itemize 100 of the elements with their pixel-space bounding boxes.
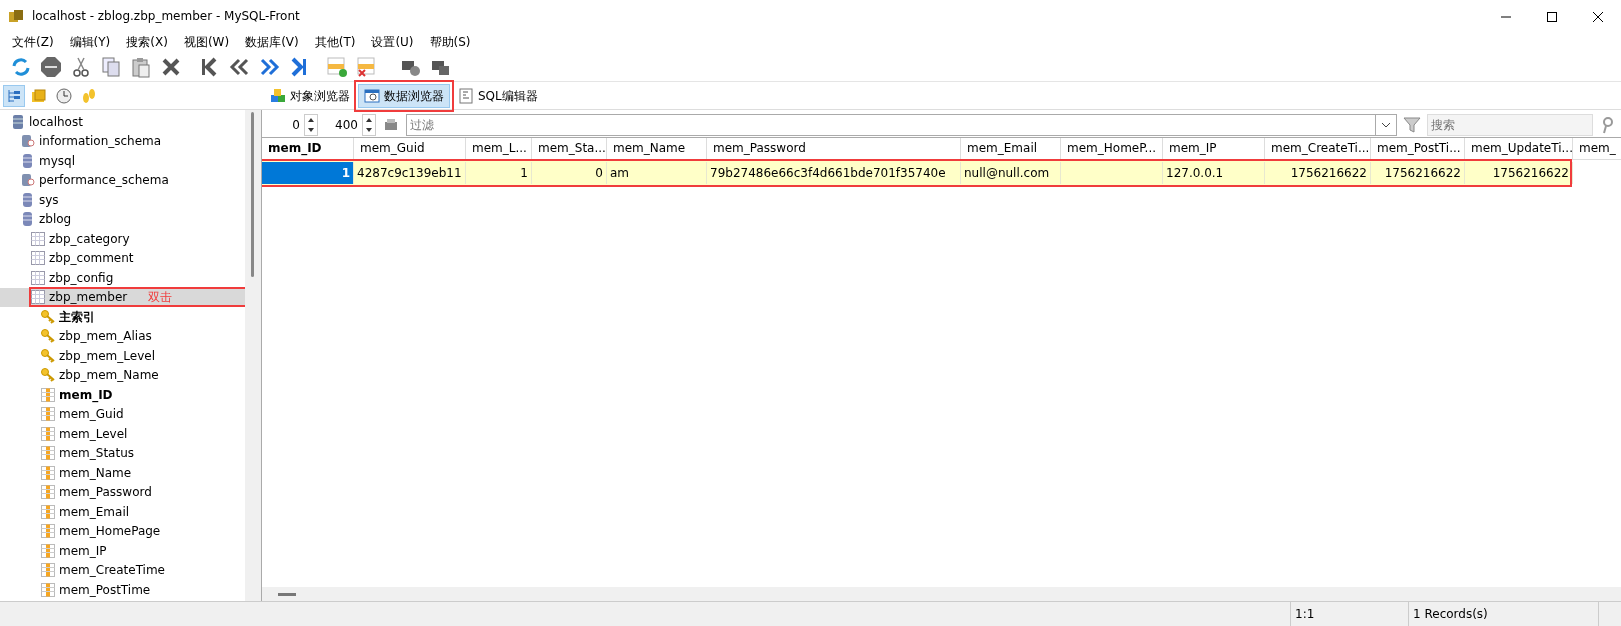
dropdown-button[interactable] (1376, 113, 1397, 136)
menu-item[interactable]: 编辑(Y) (61, 33, 119, 51)
search-field[interactable]: 搜索 (1427, 113, 1593, 136)
tree-item[interactable]: mem_IP (0, 541, 245, 561)
tree-icon (6, 87, 22, 104)
tree-item[interactable]: zblog (0, 209, 245, 229)
clock-icon (56, 87, 72, 104)
tree-item[interactable]: zbp_category (0, 229, 245, 249)
cubes-icon (270, 87, 286, 104)
column-icon (40, 445, 56, 462)
printer-icon (383, 116, 399, 133)
table-cell: am (607, 162, 707, 184)
spin-buttons[interactable] (362, 113, 376, 136)
key-icon (40, 308, 56, 325)
column-icon (40, 503, 56, 520)
table-cell: 79b27486e66c3f4d661bde701f35740e (707, 162, 961, 184)
table-icon (30, 230, 46, 247)
delete-row-icon (356, 55, 378, 78)
search-icon (1600, 115, 1616, 134)
tree-item[interactable]: 主索引 (0, 307, 245, 327)
menu-item[interactable]: 设置(U) (363, 33, 422, 51)
paste-icon (130, 55, 152, 78)
table-icon (30, 289, 46, 306)
view-mode-button[interactable] (3, 84, 25, 107)
tree-item[interactable]: mem_Level (0, 424, 245, 444)
annotation-note: 双击 (148, 289, 173, 307)
column-icon (40, 542, 56, 559)
window-title: localhost - zblog.zbp_member - MySQL-Front (32, 8, 300, 25)
server-icon (10, 113, 26, 130)
table-cell: 127.0.0.1 (1163, 162, 1265, 184)
database-search-icon (20, 172, 36, 189)
tree-item[interactable]: zbp_mem_Name (0, 365, 245, 385)
table-cell: 4287c9c139eb11 (354, 162, 466, 184)
tree-item[interactable]: mem_CreateTime (0, 560, 245, 580)
record-count: 1 Records(s) (1413, 606, 1488, 623)
scrollbar[interactable] (245, 110, 261, 601)
table-cell: 1756216622 (1465, 162, 1573, 184)
insert-row-icon (326, 55, 348, 78)
table-row[interactable]: 1 4287c9c139eb11 1 0 am 79b27486e66c3f4d661bde701f35740e null@null.com 127.0.0.1 1756216622 1756216622 1756216622 (262, 160, 1571, 186)
scrollbar-thumb-icon[interactable] (278, 592, 296, 596)
key-icon (40, 367, 56, 384)
menu-item[interactable]: 文件(Z) (4, 33, 62, 51)
tree-item[interactable]: performance_schema (0, 170, 245, 190)
tree-item[interactable]: zbp_mem_Alias (0, 326, 245, 346)
app-icon (8, 8, 24, 25)
maximize-icon[interactable] (1546, 10, 1558, 23)
tree-item[interactable]: sys (0, 190, 245, 210)
column-icon (40, 386, 56, 403)
menu-item[interactable]: 数据库(V) (237, 33, 307, 51)
tree-item[interactable]: localhost (0, 112, 245, 132)
table-icon (30, 250, 46, 267)
menu-item[interactable]: 视图(W) (175, 33, 238, 51)
tree-item[interactable]: mem_HomePage (0, 521, 245, 541)
tree-item[interactable]: mysql (0, 151, 245, 171)
tree-item[interactable]: zbp_config (0, 268, 245, 288)
funnel-icon (1403, 115, 1421, 134)
tree-item[interactable]: zbp_comment (0, 248, 245, 268)
table-icon (30, 269, 46, 286)
table-cell: 1 (262, 162, 354, 184)
column-icon (40, 581, 56, 598)
view-tab[interactable]: 对象浏览器 (264, 83, 356, 108)
database-search-icon (20, 133, 36, 150)
copy-icon (100, 55, 122, 78)
spin-buttons[interactable] (304, 113, 318, 136)
scissors-icon (70, 55, 92, 78)
tree-item[interactable]: mem_Status (0, 443, 245, 463)
column-icon (40, 484, 56, 501)
column-icon (40, 406, 56, 423)
table-cell: null@null.com (961, 162, 1061, 184)
refresh-icon (10, 55, 32, 78)
tree-item[interactable]: zbp_mem_Level (0, 346, 245, 366)
tree-item[interactable]: mem_Email (0, 502, 245, 522)
script-icon (458, 87, 474, 104)
cursor-position: 1:1 (1295, 606, 1315, 623)
menu-item[interactable]: 帮助(S) (421, 33, 479, 51)
tree-item[interactable]: mem_PostTime (0, 580, 245, 600)
table-cell: 1756216622 (1371, 162, 1465, 184)
column-icon (40, 562, 56, 579)
tree-item[interactable]: mem_Guid (0, 404, 245, 424)
tree-item[interactable]: zbp_member 双击 (0, 287, 245, 307)
close-icon[interactable] (1592, 10, 1604, 23)
stop-icon (40, 55, 62, 78)
column-icon (40, 523, 56, 540)
column-icon (40, 464, 56, 481)
tree-item[interactable]: mem_Password (0, 482, 245, 502)
filter-field[interactable]: 过滤 (406, 113, 1376, 136)
key-icon (40, 347, 56, 364)
tree-item[interactable]: mem_Name (0, 463, 245, 483)
tree-item[interactable]: information_schema (0, 131, 245, 151)
folder-icon (31, 87, 47, 104)
table-cell: 1 (466, 162, 532, 184)
tree-item[interactable]: mem_ID (0, 385, 245, 405)
menu-item[interactable]: 搜索(X) (118, 33, 176, 51)
column-header[interactable]: mem_ (1573, 138, 1621, 159)
view-tab[interactable]: SQL编辑器 (452, 83, 544, 108)
column-icon (40, 425, 56, 442)
key-icon (40, 328, 56, 345)
table-cell: 1756216622 (1265, 162, 1371, 184)
table-search-icon (364, 87, 380, 104)
menu-item[interactable]: 其他(T) (306, 33, 364, 51)
